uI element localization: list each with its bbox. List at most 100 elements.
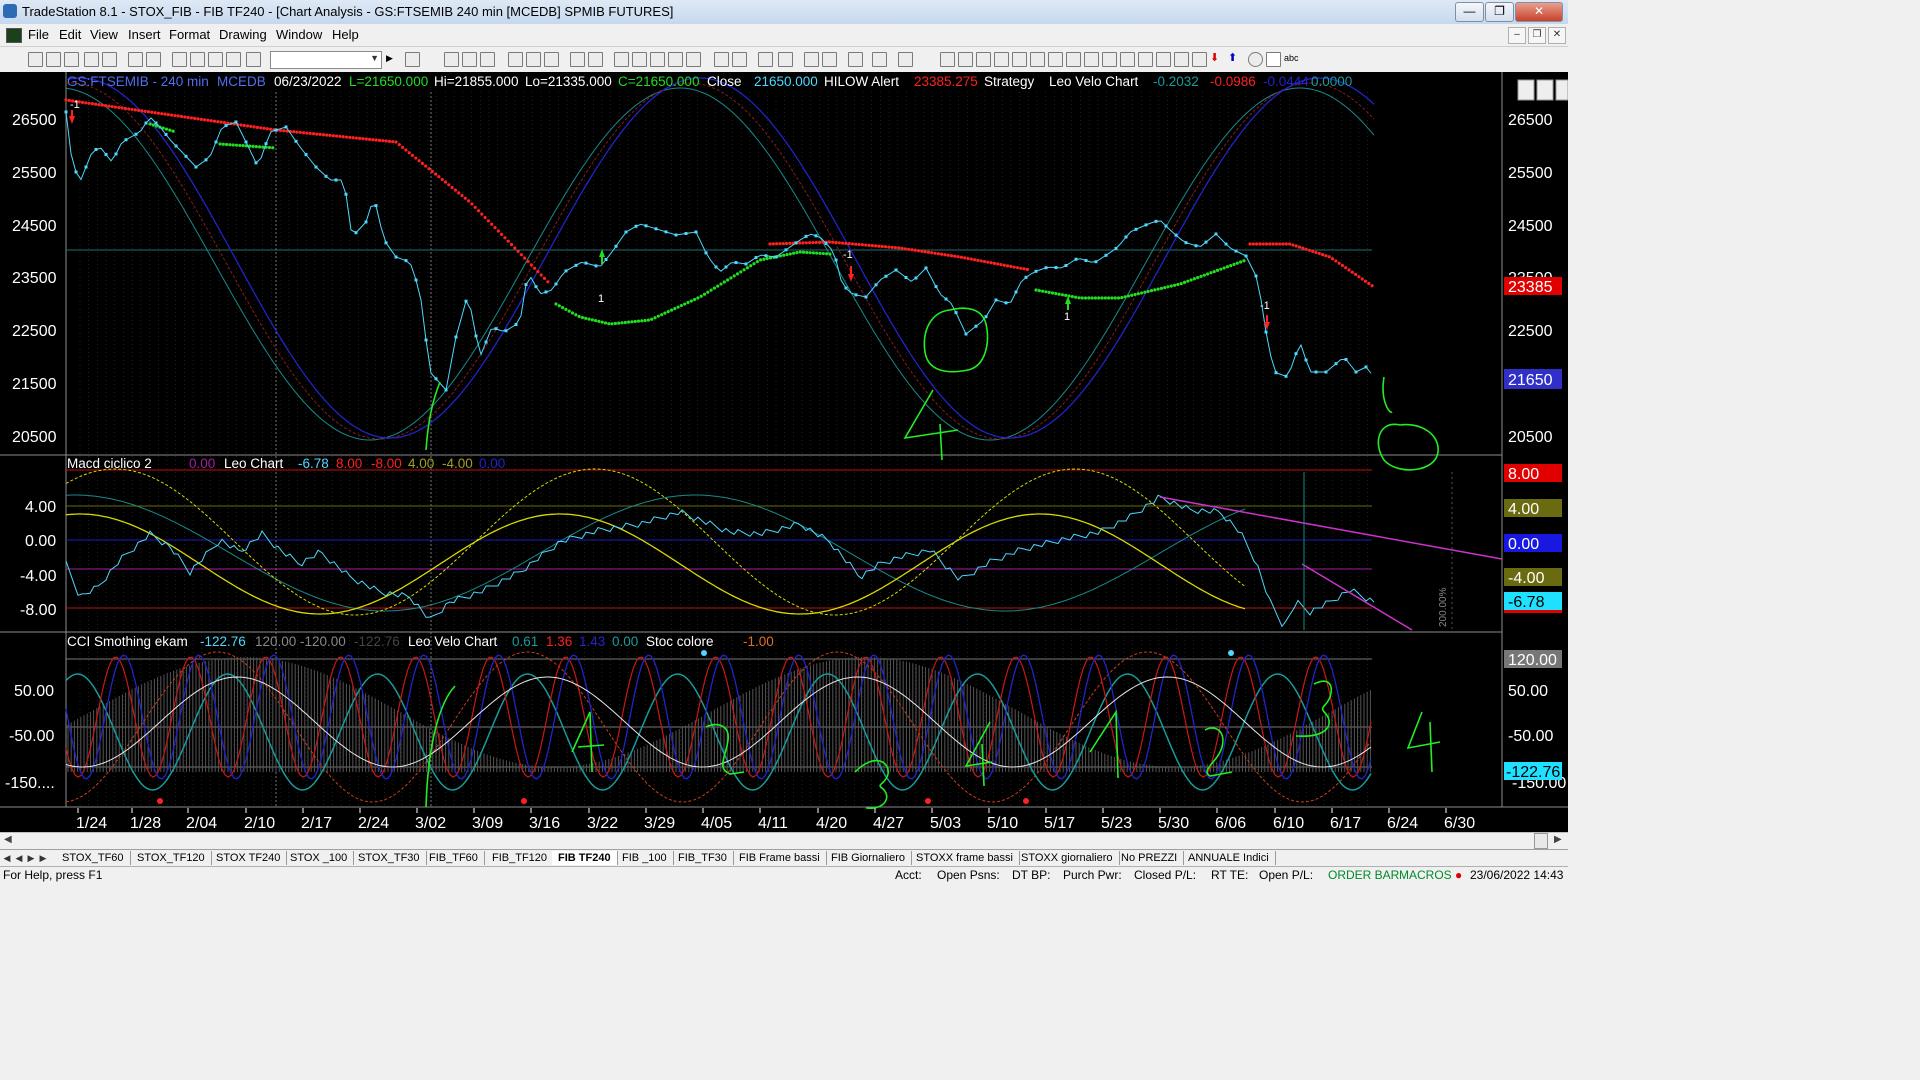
insert-chart-icon[interactable]: [444, 52, 459, 67]
speed-lines-icon[interactable]: [1084, 52, 1099, 67]
pointer-icon[interactable]: [804, 52, 819, 67]
tab-prev-icon[interactable]: ◀: [14, 852, 24, 864]
cycle-icon[interactable]: [1156, 52, 1171, 67]
format-icon[interactable]: [570, 52, 585, 67]
space-bars-icon[interactable]: [732, 52, 747, 67]
bar-chart-icon[interactable]: [614, 52, 629, 67]
ohlc-icon[interactable]: [668, 52, 683, 67]
save-all-icon[interactable]: [84, 52, 99, 67]
menu-file[interactable]: File: [28, 27, 49, 42]
symbol-format-icon[interactable]: [588, 52, 603, 67]
candle-icon[interactable]: [632, 52, 647, 67]
chart-canvas[interactable]: -1 1 -1 1 -1 GS:FTSEMIB - 240 min MCEDB …: [0, 72, 1569, 832]
menu-edit[interactable]: Edit: [59, 27, 81, 42]
zoom-in-icon[interactable]: [758, 52, 773, 67]
symbol-combo[interactable]: [270, 51, 382, 69]
arrow-down-icon[interactable]: ⬇: [1210, 52, 1223, 65]
crosshair-icon[interactable]: [848, 52, 863, 67]
zoom-out-icon[interactable]: [778, 52, 793, 67]
fib-retrace-icon[interactable]: [1012, 52, 1027, 67]
tab-next-icon[interactable]: ▶: [26, 852, 36, 864]
strategy-icon[interactable]: [526, 52, 541, 67]
indicator-icon[interactable]: [508, 52, 523, 67]
tab-stox-tf30[interactable]: STOX_TF30: [352, 851, 427, 865]
play-icon[interactable]: ▶: [386, 52, 399, 65]
tab-stoxx-giornaliero[interactable]: STOXX giornaliero: [1015, 851, 1120, 865]
tab-stox-tf60[interactable]: STOX_TF60: [56, 851, 131, 865]
order-bar-button[interactable]: ORDER BAR: [1328, 868, 1399, 882]
save-icon[interactable]: [64, 52, 79, 67]
open-icon[interactable]: [46, 52, 61, 67]
globe-icon[interactable]: [246, 52, 261, 67]
menu-format[interactable]: Format: [169, 27, 210, 42]
symbol-lookup-icon[interactable]: [405, 52, 420, 67]
rectangle-icon[interactable]: [1266, 52, 1281, 67]
new-icon[interactable]: [28, 52, 43, 67]
panel-minimize-button[interactable]: [1517, 79, 1535, 101]
tab-last-icon[interactable]: ▶: [38, 852, 48, 864]
tab-stox-100[interactable]: STOX _100: [284, 851, 355, 865]
workspace-icon[interactable]: [102, 52, 117, 67]
mdi-close-button[interactable]: ✕: [1548, 27, 1566, 44]
menu-view[interactable]: View: [90, 27, 118, 42]
vertical-line-icon[interactable]: [976, 52, 991, 67]
lock-icon[interactable]: [208, 52, 223, 67]
ellipse-icon[interactable]: [1248, 52, 1263, 67]
insert-radar-icon[interactable]: [462, 52, 477, 67]
tab-stox-tf240[interactable]: STOX TF240: [210, 851, 288, 865]
tile-icon[interactable]: [190, 52, 205, 67]
data-window-icon[interactable]: [872, 52, 887, 67]
tab-stox-tf120[interactable]: STOX_TF120: [131, 851, 212, 865]
line-chart-icon[interactable]: [650, 52, 665, 67]
point-figure-icon[interactable]: [686, 52, 701, 67]
menu-drawing[interactable]: Drawing: [219, 27, 267, 42]
panel-restore-button[interactable]: [1536, 79, 1554, 101]
print-icon[interactable]: [128, 52, 143, 67]
paintbar-icon[interactable]: [544, 52, 559, 67]
hide-drawing-icon[interactable]: [898, 52, 913, 67]
mdi-minimize-button[interactable]: –: [1508, 27, 1526, 44]
andrews-pitchfork-icon[interactable]: [1120, 52, 1135, 67]
pen-icon[interactable]: [1174, 52, 1189, 67]
tab-fib-giornaliero[interactable]: FIB Giornaliero: [825, 851, 912, 865]
tab-fib-100[interactable]: FIB _100: [616, 851, 674, 865]
scroll-thumb[interactable]: [1534, 833, 1548, 849]
tab-fib-tf30[interactable]: FIB_TF30: [672, 851, 734, 865]
regression-icon[interactable]: [1102, 52, 1117, 67]
arc-icon[interactable]: [1138, 52, 1153, 67]
mdi-restore-button[interactable]: ❐: [1528, 27, 1546, 44]
trendline-icon[interactable]: [940, 52, 955, 67]
tab-stoxx-frame-bassi[interactable]: STOXX frame bassi: [910, 851, 1020, 865]
minimize-button[interactable]: —: [1455, 2, 1484, 22]
menu-window[interactable]: Window: [276, 27, 322, 42]
insert-matrix-icon[interactable]: [480, 52, 495, 67]
horizontal-scrollbar[interactable]: ◀ ▶: [0, 832, 1568, 850]
zoom-bars-icon[interactable]: [714, 52, 729, 67]
menu-help[interactable]: Help: [332, 27, 359, 42]
close-button[interactable]: ✕: [1515, 2, 1563, 22]
channel-icon[interactable]: [994, 52, 1009, 67]
text-icon[interactable]: abc: [1284, 52, 1299, 65]
tab-no-prezzi[interactable]: No PREZZI: [1115, 851, 1185, 865]
drag-icon[interactable]: [822, 52, 837, 67]
tab-fib-frame-bassi[interactable]: FIB Frame bassi: [733, 851, 827, 865]
freehand-icon[interactable]: [1192, 52, 1207, 67]
tab-fib-tf240[interactable]: FIB TF240: [552, 851, 618, 865]
tab-annuale-indici[interactable]: ANNUALE Indici: [1182, 851, 1276, 865]
window-icon[interactable]: [172, 52, 187, 67]
chart-window-icon[interactable]: [6, 28, 22, 43]
arrow-up-icon[interactable]: ⬆: [1228, 52, 1241, 65]
chart-area[interactable]: -1 1 -1 1 -1 GS:FTSEMIB - 240 min MCEDB …: [0, 72, 1569, 832]
gann-fan-icon[interactable]: [1066, 52, 1081, 67]
print-preview-icon[interactable]: [146, 52, 161, 67]
tab-first-icon[interactable]: ◀: [2, 852, 12, 864]
tab-fib-tf120[interactable]: FIB_TF120: [486, 851, 555, 865]
link-icon[interactable]: [226, 52, 241, 67]
horizontal-line-icon[interactable]: [958, 52, 973, 67]
macros-button[interactable]: MACROS: [1399, 868, 1452, 882]
fib-time-icon[interactable]: [1048, 52, 1063, 67]
panel-close-button[interactable]: [1555, 79, 1569, 101]
tab-fib-tf60[interactable]: FIB_TF60: [423, 851, 485, 865]
scroll-left-icon[interactable]: ◀: [4, 834, 12, 845]
fib-ext-icon[interactable]: [1030, 52, 1045, 67]
